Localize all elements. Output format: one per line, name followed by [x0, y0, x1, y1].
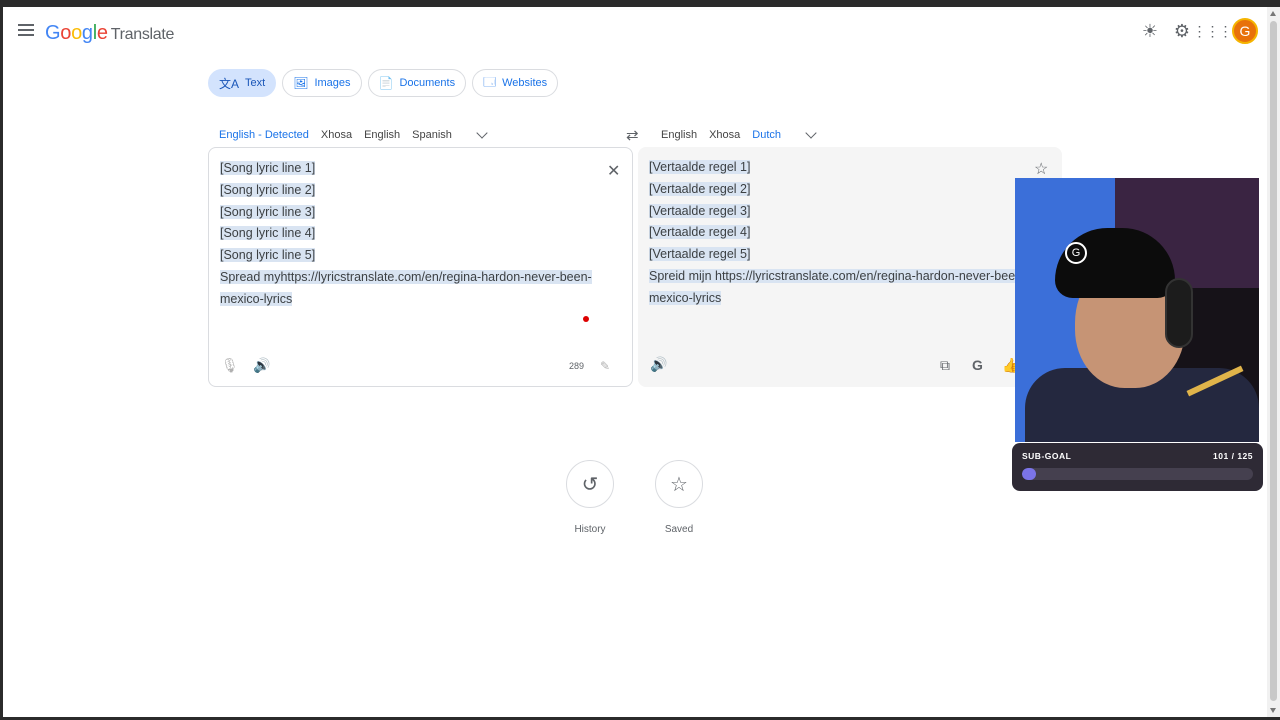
text-line: [Song lyric line 4] — [220, 226, 316, 241]
mode-tab-label: Text — [245, 77, 266, 89]
copy-icon[interactable]: ⧉ — [940, 357, 950, 374]
saved-star-icon[interactable]: ☆ — [655, 460, 703, 508]
source-lang-tab[interactable]: English - Detected — [213, 125, 315, 153]
cap-logo-icon: G — [1065, 242, 1087, 264]
mode-tab-documents[interactable]: 📄 Documents — [367, 69, 467, 97]
listen-source-icon[interactable]: 🔊 — [253, 357, 270, 374]
clear-text-icon[interactable]: ✕ — [607, 161, 620, 181]
source-lang-tab[interactable]: Xhosa — [315, 125, 358, 145]
mode-tab-label: Websites — [502, 77, 548, 89]
website-icon: 🗔 — [483, 74, 497, 89]
microphone-icon[interactable]: 🎙 — [221, 357, 239, 373]
mode-tab-websites[interactable]: 🗔 Websites — [472, 69, 559, 97]
listen-translation-icon[interactable]: 🔊 — [650, 356, 667, 373]
scrollbar-thumb[interactable] — [1270, 21, 1277, 701]
mode-tabs: 文A Text 🖼 Images 📄 Documents 🗔 Websites — [208, 69, 559, 97]
subgoal-progress-fill — [1022, 468, 1036, 480]
swap-languages-icon[interactable]: ⇄ — [626, 126, 639, 144]
text-line: [Vertaalde regel 2] — [649, 181, 751, 196]
image-icon: 🖼 — [293, 76, 309, 90]
target-lang-tab[interactable]: Xhosa — [703, 125, 746, 145]
target-language-bar: English Xhosa Dutch — [655, 125, 817, 153]
source-text-panel[interactable]: [Song lyric line 1] [Song lyric line 2] [S… — [208, 147, 633, 387]
google-g-icon[interactable]: G — [972, 357, 983, 373]
avatar[interactable]: G — [1232, 18, 1258, 44]
saved-button[interactable]: ☆ Saved — [654, 460, 704, 535]
text-line: [Vertaalde regel 5] — [649, 247, 751, 262]
document-icon: 📄 — [378, 76, 394, 90]
target-lang-tab[interactable]: Dutch — [746, 125, 787, 153]
translation-panel: [Vertaalde regel 1] [Vertaalde regel 2] [V… — [638, 147, 1062, 387]
text-line: [Song lyric line 1] — [220, 161, 316, 175]
source-lang-tab[interactable]: English — [358, 125, 406, 145]
text-line: mexico-lyrics — [220, 291, 293, 306]
subgoal-label: SUB-GOAL — [1022, 451, 1072, 461]
text-line: [Song lyric line 5] — [220, 248, 316, 263]
source-lang-tab[interactable]: Spanish — [406, 125, 458, 145]
history-label: History — [574, 524, 606, 535]
source-text[interactable]: [Song lyric line 1] [Song lyric line 2] [S… — [220, 158, 592, 311]
settings-gear-icon[interactable]: ⚙ — [1170, 19, 1194, 43]
text-line: [Vertaalde regel 4] — [649, 225, 751, 240]
chevron-down-icon[interactable] — [805, 127, 817, 139]
target-lang-tab[interactable]: English — [655, 125, 703, 145]
text-line: [Vertaalde regel 1] — [649, 160, 751, 174]
history-icon[interactable]: ↺ — [566, 460, 614, 508]
save-star-icon[interactable]: ☆ — [1034, 159, 1048, 179]
character-count: 289 — [569, 361, 585, 371]
subgoal-progress-bar — [1022, 468, 1253, 480]
app-header: Google Translate ☀ ⚙ ⋮⋮⋮ G — [3, 7, 1267, 57]
history-button[interactable]: ↺ History — [565, 460, 615, 535]
recording-dot — [583, 316, 589, 322]
mode-tab-label: Images — [314, 77, 351, 89]
translated-text: [Vertaalde regel 1] [Vertaalde regel 2] [V… — [649, 157, 1023, 310]
text-line: Spreid mijn https://lyricstranslate.com/… — [649, 268, 1023, 283]
text-line: Spread myhttps://lyricstranslate.com/en/… — [220, 269, 592, 284]
mode-tab-label: Documents — [399, 77, 456, 89]
mode-tab-images[interactable]: 🖼 Images — [282, 69, 362, 97]
main-menu-icon[interactable] — [18, 24, 34, 38]
theme-icon[interactable]: ☀ — [1138, 19, 1162, 43]
text-line: [Song lyric line 2] — [220, 182, 316, 197]
edit-pencil-icon[interactable]: ✎ — [600, 359, 610, 373]
mode-tab-text[interactable]: 文A Text — [208, 69, 277, 97]
text-line: mexico-lyrics — [649, 290, 722, 305]
subgoal-progress-text: 101 / 125 — [1213, 451, 1253, 461]
source-language-bar: English - Detected Xhosa English Spanish — [213, 125, 488, 153]
google-translate-logo[interactable]: Google Translate — [45, 22, 174, 45]
translate-icon: 文A — [219, 76, 240, 91]
webcam-overlay: G — [1015, 178, 1259, 442]
page-scrollbar[interactable] — [1267, 7, 1280, 717]
apps-grid-icon[interactable]: ⋮⋮⋮ — [1193, 19, 1233, 43]
text-line: [Vertaalde regel 3] — [649, 203, 751, 218]
subgoal-widget: SUB-GOAL 101 / 125 — [1012, 443, 1263, 491]
saved-label: Saved — [664, 524, 694, 535]
browser-page: Google Translate ☀ ⚙ ⋮⋮⋮ G 文A Text 🖼 Images 📄… — [3, 7, 1267, 717]
chevron-down-icon[interactable] — [476, 127, 488, 139]
text-line: [Song lyric line 3] — [220, 204, 316, 219]
